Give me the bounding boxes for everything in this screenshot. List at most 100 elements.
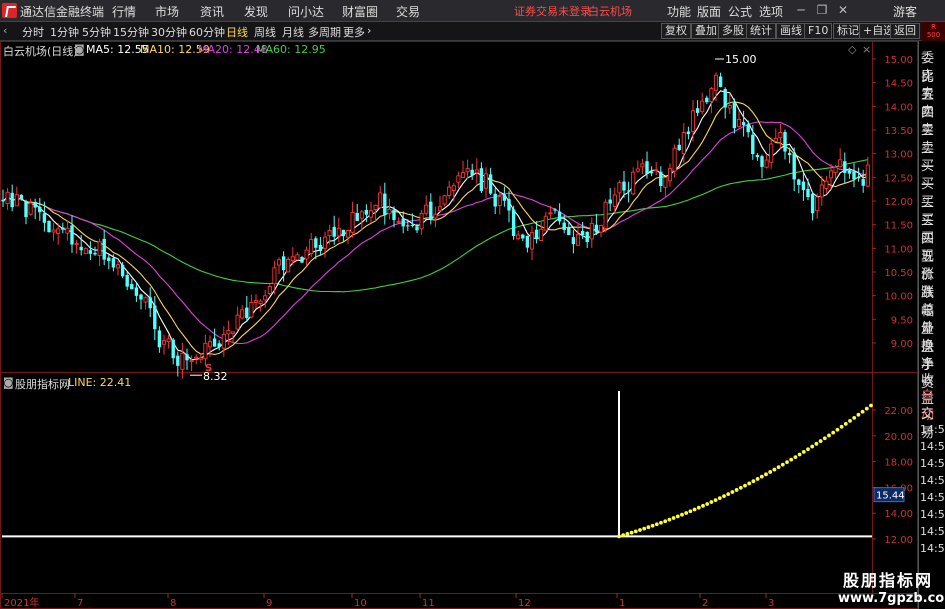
candle-body: [502, 194, 507, 201]
period-tab-1min[interactable]: 1分钟: [50, 24, 79, 40]
f10-button[interactable]: F10: [804, 23, 833, 39]
close-icon[interactable]: ✕: [835, 2, 851, 18]
candle-body: [276, 259, 282, 266]
menu-item-quotes[interactable]: 行情: [112, 3, 136, 20]
candle-body: [543, 215, 548, 231]
ind-tick-label: 14.00: [884, 509, 913, 520]
back-arrow-icon[interactable]: ‹: [3, 24, 7, 37]
ma20-line: [2, 121, 868, 345]
candle-body: [612, 194, 617, 207]
period-tab-15min[interactable]: 15分钟: [113, 24, 149, 40]
tick-time: 14:56: [920, 440, 945, 453]
high-label: 15.00: [725, 53, 757, 66]
period-toolbar: ‹ 分时 1分钟 5分钟 15分钟 30分钟 60分钟 日线 周线 月线 多周期…: [0, 22, 945, 41]
candle-body: [521, 234, 525, 239]
candle-body: [189, 360, 194, 363]
ind-dot: [843, 421, 848, 426]
price-tick-label: 10.00: [884, 292, 913, 303]
ind-dot: [860, 409, 865, 414]
candle-body: [217, 343, 221, 348]
candle-body: [70, 225, 74, 245]
ma10-line: [2, 101, 869, 356]
menu-item-market[interactable]: 市场: [155, 3, 179, 20]
candle-body: [833, 166, 838, 174]
time-tick-label: 11: [422, 598, 435, 609]
app-title: 通达信金融终端: [20, 5, 105, 19]
candle-body: [594, 224, 599, 233]
candle-body: [571, 237, 576, 245]
candle-body: [153, 305, 157, 330]
period-tab-weekly[interactable]: 周线: [254, 24, 276, 40]
candle-body: [787, 152, 792, 156]
candle-body: [828, 170, 834, 179]
ind-dot: [642, 526, 647, 531]
menu-item-wealth[interactable]: 财富圈: [342, 3, 378, 20]
menu-item-options[interactable]: 选项: [759, 3, 783, 20]
price-tick-label: 14.50: [884, 79, 913, 90]
draw-line-button[interactable]: 画线: [776, 23, 806, 39]
ind-dot: [617, 534, 621, 539]
ind-dot: [869, 403, 873, 408]
candle-body: [401, 218, 405, 227]
time-tick-label: 12: [518, 598, 531, 609]
period-tab-more[interactable]: 更多: [343, 24, 365, 40]
candle-body: [19, 194, 24, 200]
candle-body: [226, 330, 231, 335]
candle-body: [194, 356, 199, 359]
candle-body: [690, 110, 696, 132]
candle-body: [83, 248, 88, 255]
ind-dot: [705, 502, 710, 506]
tick-time: 14:56: [920, 525, 945, 538]
watermark-title: 股朋指标网: [842, 571, 933, 590]
ind-dot: [806, 447, 810, 452]
candle-body: [645, 161, 649, 174]
ind-dot: [818, 439, 823, 443]
overlay-button[interactable]: 叠加: [691, 23, 721, 39]
stats-button[interactable]: 统计: [746, 23, 776, 39]
indicator-name[interactable]: 股朋指标网: [15, 376, 70, 392]
ind-dot: [835, 427, 840, 432]
period-tab-minute[interactable]: 分时: [22, 24, 44, 40]
period-tab-multi[interactable]: 多周期: [308, 24, 341, 40]
period-tab-60min[interactable]: 60分钟: [189, 24, 225, 40]
menu-bar: 通达信金融终端 行情 市场 资讯 发现 问小达 财富圈 交易 证券交易未登录 白…: [0, 0, 945, 22]
ma20-path: [2, 121, 868, 345]
period-tab-30min[interactable]: 30分钟: [151, 24, 187, 40]
candle-body: [111, 258, 116, 268]
candle-body: [447, 186, 452, 196]
adjust-button[interactable]: 复权: [661, 23, 691, 39]
chart-area[interactable]: 15.008.32S 15.0014.5014.0013.5013.0012.5…: [0, 41, 918, 609]
candle-body: [635, 168, 640, 172]
menu-item-ask[interactable]: 问小达: [288, 3, 324, 20]
period-tab-5min[interactable]: 5分钟: [82, 24, 111, 40]
restore-icon[interactable]: ❐: [814, 2, 830, 18]
price-tick-label: 9.50: [891, 315, 913, 326]
rsm-badge[interactable]: R 500: [922, 22, 945, 41]
menu-item-news[interactable]: 资讯: [200, 3, 224, 20]
candle-body: [332, 226, 336, 237]
candle-body: [764, 159, 769, 168]
user-label[interactable]: 游客: [893, 3, 917, 20]
time-tick-label: 8: [170, 598, 176, 609]
indicator-toggle-icon[interactable]: ◙: [3, 376, 14, 389]
more-chevron-icon[interactable]: ›: [367, 24, 371, 37]
candle-body: [373, 204, 378, 210]
return-button[interactable]: 返回: [890, 23, 920, 39]
menu-item-trade[interactable]: 交易: [396, 3, 420, 20]
login-notice[interactable]: 证券交易未登录: [514, 3, 591, 19]
menu-item-layout[interactable]: 版面: [697, 3, 721, 20]
candle-body: [341, 229, 346, 237]
candle-body: [437, 206, 443, 212]
menu-item-discover[interactable]: 发现: [244, 3, 268, 20]
period-tab-monthly[interactable]: 月线: [282, 24, 304, 40]
rsm-badge-top: R: [931, 23, 936, 31]
candle-body: [603, 201, 608, 229]
menu-item-formula[interactable]: 公式: [728, 3, 752, 20]
ind-dot: [621, 533, 626, 538]
candle-body: [415, 226, 419, 231]
period-tab-daily[interactable]: 日线: [226, 24, 248, 40]
minimize-icon[interactable]: ─: [793, 2, 809, 18]
multi-stock-button[interactable]: 多股: [718, 23, 748, 39]
candle-body: [378, 192, 383, 209]
menu-item-function[interactable]: 功能: [667, 3, 691, 20]
